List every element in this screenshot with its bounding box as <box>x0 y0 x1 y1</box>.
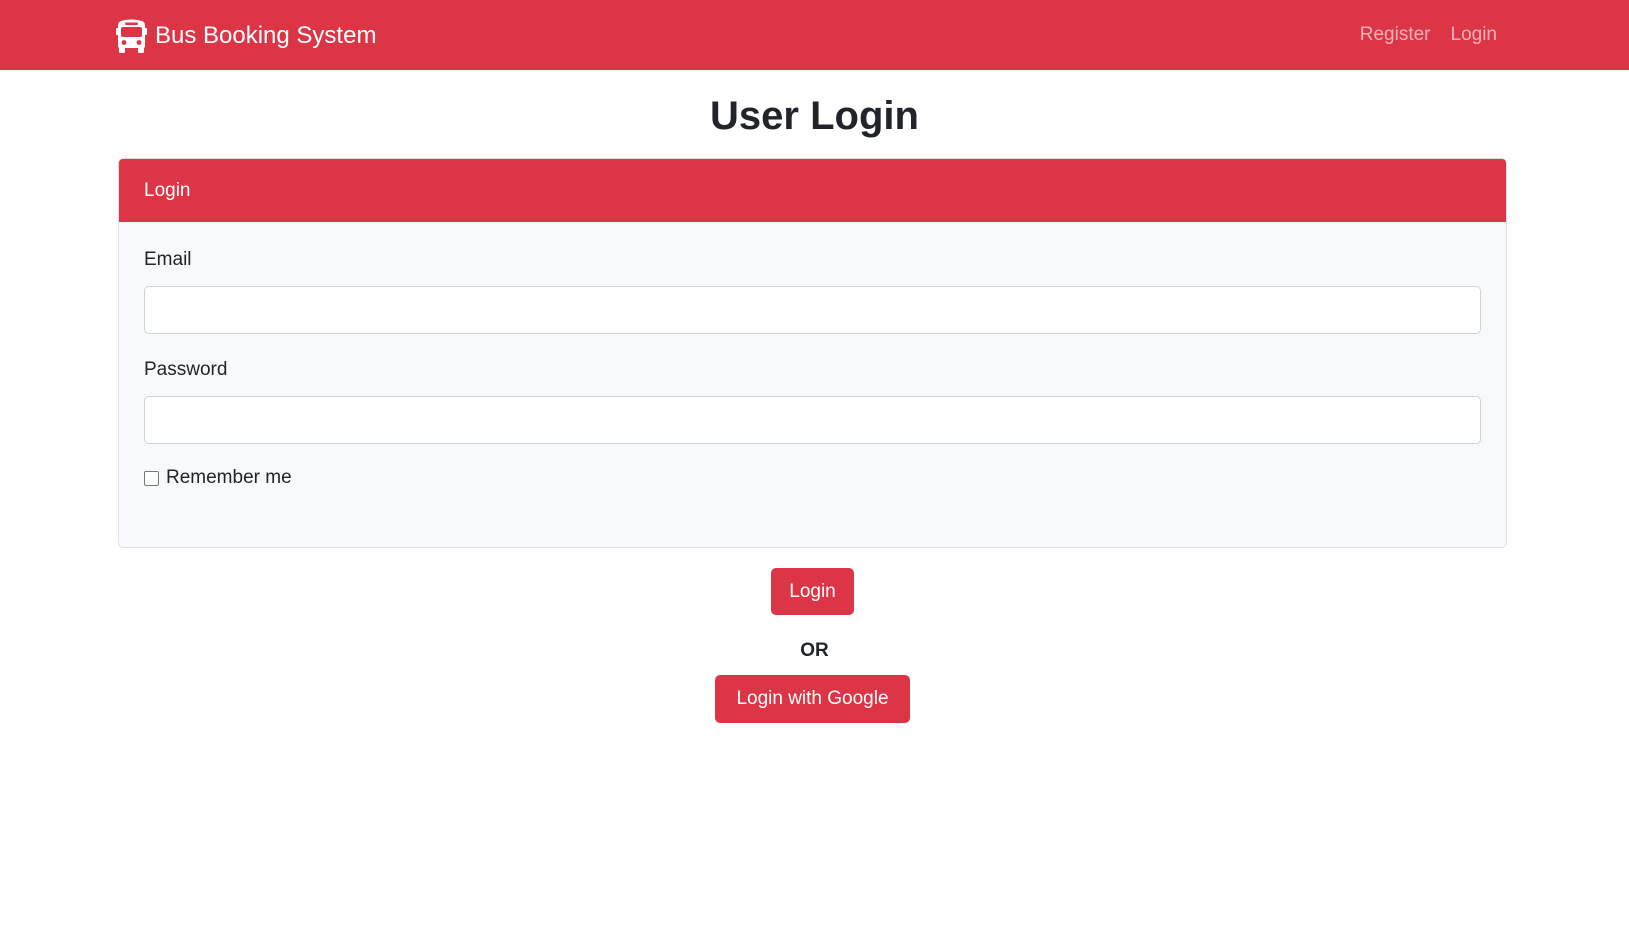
remember-checkbox[interactable] <box>144 470 159 486</box>
google-login-button[interactable]: Login with Google <box>715 675 910 723</box>
email-group: Email <box>144 247 1481 334</box>
password-field[interactable] <box>144 396 1481 444</box>
password-label: Password <box>144 359 228 380</box>
nav-register-link[interactable]: Register <box>1360 22 1431 48</box>
nav-links: Register Login <box>1360 22 1497 48</box>
navbar: Bus Booking System Register Login <box>0 0 1629 70</box>
or-divider: OR <box>800 640 829 661</box>
nav-login-link[interactable]: Login <box>1451 22 1498 48</box>
password-group: Password <box>144 357 1481 444</box>
login-button[interactable]: Login <box>771 568 854 615</box>
login-card: Login Email Password Remember me <box>118 158 1507 548</box>
remember-label[interactable]: Remember me <box>166 465 292 491</box>
email-label: Email <box>144 249 192 270</box>
card-body: Email Password Remember me <box>119 222 1506 491</box>
email-field[interactable] <box>144 286 1481 334</box>
brand-link[interactable]: Bus Booking System <box>116 18 376 54</box>
bus-icon <box>116 19 147 54</box>
page-title: User Login <box>710 94 919 138</box>
card-header: Login <box>119 159 1506 222</box>
remember-row: Remember me <box>144 465 1481 491</box>
brand-title: Bus Booking System <box>155 22 377 49</box>
